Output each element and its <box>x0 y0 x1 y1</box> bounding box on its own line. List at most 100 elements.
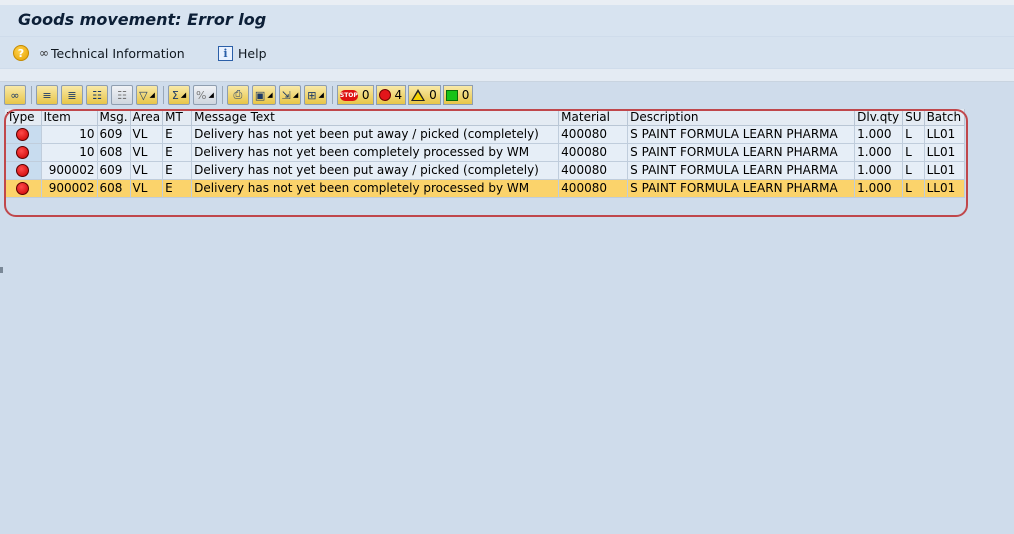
column-header-message-text[interactable]: Message Text <box>191 109 560 126</box>
glasses-icon: ∞ <box>10 88 20 102</box>
mt-cell[interactable]: E <box>162 179 193 198</box>
item-cell[interactable]: 900002 <box>41 179 98 198</box>
table-row[interactable]: 900002 609 VL E Delivery has not yet bee… <box>5 161 1014 180</box>
area-cell[interactable]: VL <box>130 179 164 198</box>
stop-icon: STOP <box>339 89 358 101</box>
type-cell[interactable] <box>5 143 42 162</box>
su-cell[interactable]: L <box>902 161 925 180</box>
success-filter-button[interactable]: 0 <box>442 85 474 105</box>
item-cell[interactable]: 900002 <box>41 161 98 180</box>
resize-handle[interactable] <box>0 267 3 273</box>
material-cell[interactable]: 400080 <box>558 125 629 144</box>
material-cell[interactable]: 400080 <box>558 143 629 162</box>
area-cell[interactable]: VL <box>130 125 164 144</box>
success-count: 0 <box>461 88 470 102</box>
item-cell[interactable]: 10 <box>41 143 98 162</box>
msg-cell[interactable]: 609 <box>97 161 131 180</box>
column-header-su[interactable]: SU <box>902 109 925 126</box>
views-button[interactable]: ▣ ◢ <box>251 85 276 105</box>
area-cell[interactable]: VL <box>130 161 164 180</box>
column-header-dlv-qty[interactable]: Dlv.qty <box>854 109 904 126</box>
area-cell[interactable]: VL <box>130 143 164 162</box>
type-cell[interactable] <box>5 179 42 198</box>
description-cell[interactable]: S PAINT FORMULA LEARN PHARMA <box>627 161 856 180</box>
dlv-qty-cell[interactable]: 1.000 <box>854 161 904 180</box>
toolbar-separator <box>31 86 32 104</box>
dropdown-arrow-icon: ◢ <box>267 91 273 99</box>
find-next-button[interactable]: ☷ <box>111 85 133 105</box>
description-cell[interactable]: S PAINT FORMULA LEARN PHARMA <box>627 143 856 162</box>
column-header-material[interactable]: Material <box>558 109 629 126</box>
export-button[interactable]: ⇲ ◢ <box>278 85 302 105</box>
print-button[interactable]: ⎙ <box>226 85 249 105</box>
batch-cell[interactable]: LL01 <box>924 143 965 162</box>
table-row[interactable]: 10 608 VL E Delivery has not yet been co… <box>5 143 1014 162</box>
su-cell[interactable]: L <box>902 125 925 144</box>
success-square-icon <box>445 89 458 101</box>
su-cell[interactable]: L <box>902 179 925 198</box>
description-cell[interactable]: S PAINT FORMULA LEARN PHARMA <box>627 179 856 198</box>
binoculars-next-icon: ☷ <box>117 88 127 102</box>
item-cell[interactable]: 10 <box>41 125 98 144</box>
dropdown-arrow-icon: ◢ <box>149 91 155 99</box>
layout-button[interactable]: ⊞ ◢ <box>304 85 327 105</box>
binoculars-icon: ☷ <box>92 88 102 102</box>
message-text-cell[interactable]: Delivery has not yet been completely pro… <box>191 179 560 198</box>
alv-toolbar: ∞ ≡ ≣ ☷ ☷ ▽ ◢ Σ ◢ % ◢ ⎙ ▣ ◢ ⇲ ◢ ⊞ ◢ STOP 0 4 0… <box>4 84 475 106</box>
dlv-qty-cell[interactable]: 1.000 <box>854 125 904 144</box>
dropdown-arrow-icon: ◢ <box>180 91 187 99</box>
dlv-qty-cell[interactable]: 1.000 <box>854 179 904 198</box>
column-header-description[interactable]: Description <box>627 109 856 126</box>
error-filter-button[interactable]: 4 <box>375 85 407 105</box>
batch-cell[interactable]: LL01 <box>924 179 965 198</box>
details-button[interactable]: ∞ <box>4 85 26 105</box>
column-header-msg[interactable]: Msg. <box>97 109 131 126</box>
msg-cell[interactable]: 609 <box>97 125 131 144</box>
column-header-type[interactable]: Type <box>5 109 42 126</box>
type-cell[interactable] <box>5 161 42 180</box>
export-icon: ⇲ <box>281 88 291 102</box>
su-cell[interactable]: L <box>902 143 925 162</box>
material-cell[interactable]: 400080 <box>558 161 629 180</box>
stop-filter-button[interactable]: STOP 0 <box>336 85 374 105</box>
help-button[interactable]: i Help <box>218 44 267 62</box>
type-cell[interactable] <box>5 125 42 144</box>
sort-descending-icon: ≣ <box>67 88 77 102</box>
column-header-item[interactable]: Item <box>41 109 98 126</box>
batch-cell[interactable]: LL01 <box>924 161 965 180</box>
row-filler <box>964 179 1014 197</box>
description-cell[interactable]: S PAINT FORMULA LEARN PHARMA <box>627 125 856 144</box>
toolbar-separator <box>331 86 333 104</box>
warning-filter-button[interactable]: 0 <box>408 85 441 105</box>
header-filler <box>964 109 1014 125</box>
column-header-batch[interactable]: Batch <box>924 109 965 126</box>
mt-cell[interactable]: E <box>162 143 193 162</box>
toolbar-strip <box>0 69 1014 82</box>
subtotals-button[interactable]: % ◢ <box>193 85 217 105</box>
stop-count: 0 <box>361 88 370 102</box>
table-row[interactable]: 10 609 VL E Delivery has not yet been pu… <box>5 125 1014 144</box>
message-text-cell[interactable]: Delivery has not yet been completely pro… <box>191 143 560 162</box>
filter-button[interactable]: ▽ ◢ <box>136 85 158 105</box>
msg-cell[interactable]: 608 <box>97 143 131 162</box>
column-header-mt[interactable]: MT <box>162 109 193 126</box>
message-text-cell[interactable]: Delivery has not yet been put away / pic… <box>191 125 560 144</box>
batch-cell[interactable]: LL01 <box>924 125 965 144</box>
table-row-selected[interactable]: 900002 608 VL E Delivery has not yet bee… <box>5 179 1014 198</box>
total-button[interactable]: Σ ◢ <box>168 85 190 105</box>
material-cell[interactable]: 400080 <box>558 179 629 198</box>
red-led-icon <box>16 146 30 159</box>
find-button[interactable]: ☷ <box>86 85 108 105</box>
page-title: Goods movement: Error log <box>18 10 267 29</box>
filter-icon: ▽ <box>139 88 148 102</box>
sort-ascending-button[interactable]: ≡ <box>36 85 58 105</box>
technical-information-button[interactable]: ? ∞ Technical Information <box>13 44 185 62</box>
subtotals-icon: % <box>196 88 207 102</box>
sort-descending-button[interactable]: ≣ <box>61 85 83 105</box>
message-text-cell[interactable]: Delivery has not yet been put away / pic… <box>191 161 560 180</box>
dlv-qty-cell[interactable]: 1.000 <box>854 143 904 162</box>
mt-cell[interactable]: E <box>162 161 193 180</box>
column-header-area[interactable]: Area <box>130 109 164 126</box>
msg-cell[interactable]: 608 <box>97 179 131 198</box>
mt-cell[interactable]: E <box>162 125 193 144</box>
